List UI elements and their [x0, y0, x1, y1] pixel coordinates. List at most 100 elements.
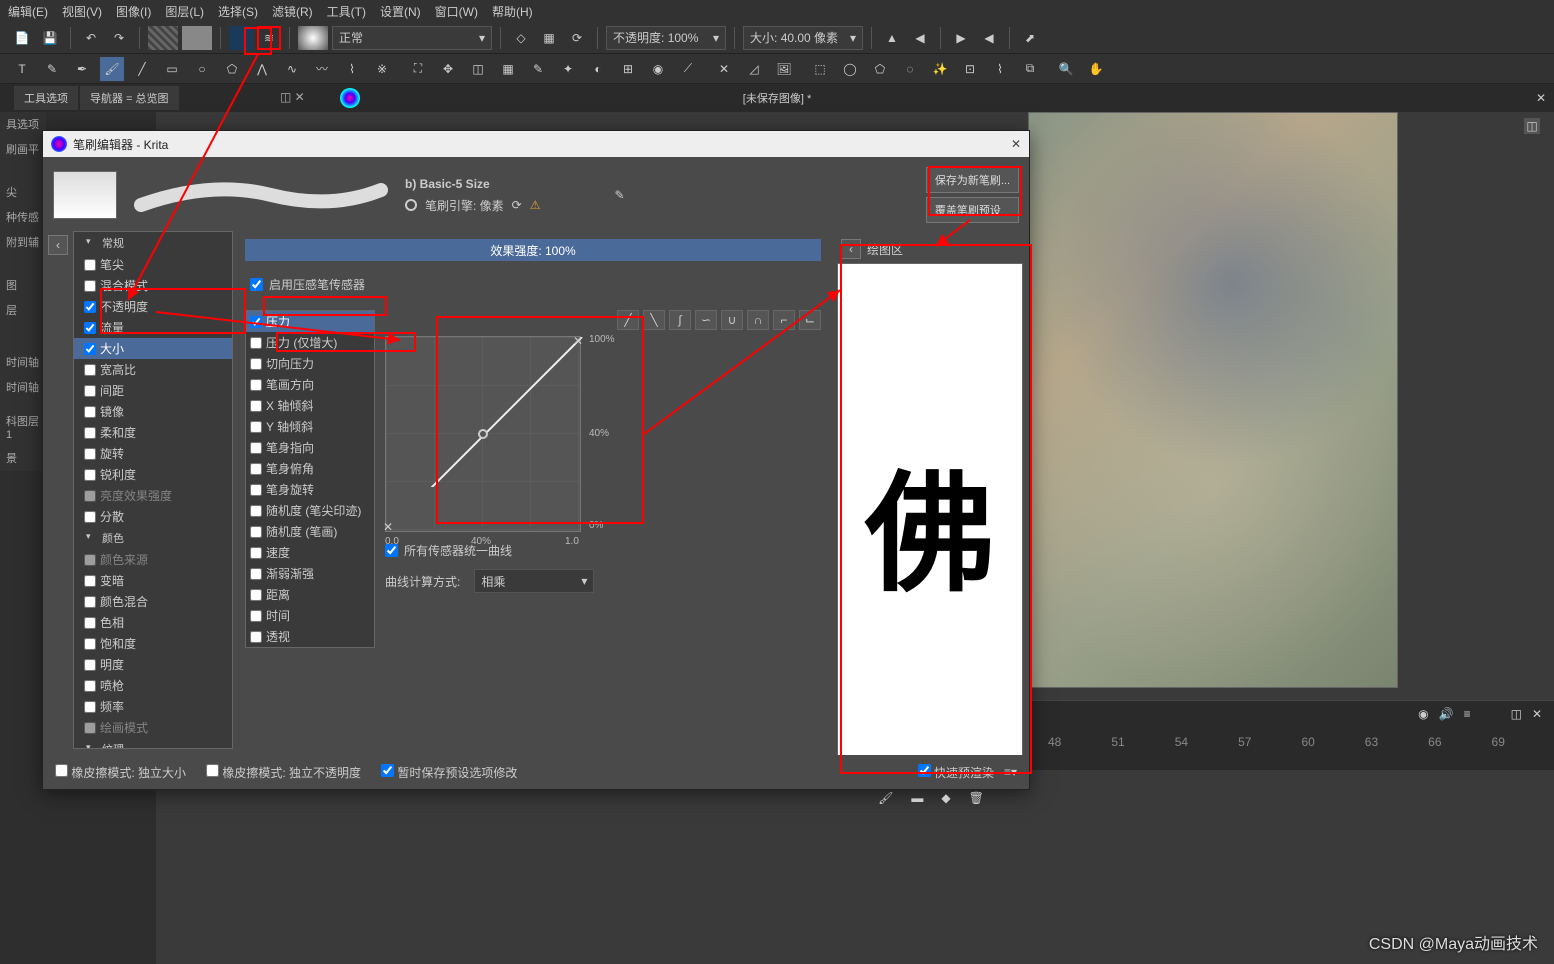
curve-preset-arch-icon[interactable]: ∩ — [747, 310, 769, 330]
preview-brush-icon[interactable]: 🖌 — [878, 791, 893, 805]
sensor-item[interactable]: 切向压力 — [246, 353, 374, 374]
left-docker-label[interactable]: 科图层 1 — [0, 409, 46, 446]
param-category[interactable]: ▾常规 — [74, 232, 232, 254]
edit-shape-icon[interactable]: ✎ — [40, 57, 64, 81]
dialog-titlebar[interactable]: 笔刷编辑器 - Krita ✕ — [43, 131, 1029, 157]
left-docker-label[interactable] — [0, 162, 46, 171]
parameter-list[interactable]: ▾常规 笔尖 混合模式 不透明度 流量 大小 宽高比 间距 镜像 柔和度 旋转 … — [73, 231, 233, 749]
brush-preview-canvas[interactable]: 佛 — [837, 263, 1023, 783]
left-docker-label[interactable] — [0, 255, 46, 264]
left-docker-label[interactable]: 尖 — [0, 180, 46, 205]
float-docker-icon[interactable]: ◫ — [1524, 118, 1540, 134]
param-item[interactable]: 明度 — [74, 654, 232, 675]
left-docker-label[interactable] — [0, 341, 46, 350]
fast-preview-checkbox[interactable]: 快速预渲染 — [918, 764, 994, 781]
size-spinner[interactable]: 大小: 40.00 像素▾ — [743, 26, 863, 50]
sensor-item[interactable]: 笔身指向 — [246, 437, 374, 458]
mirror-v-icon[interactable]: ▶ — [949, 26, 973, 50]
save-icon[interactable]: 💾 — [38, 26, 62, 50]
menu-window[interactable]: 窗口(W) — [435, 3, 478, 20]
sensor-item[interactable]: Y 轴倾斜 — [246, 416, 374, 437]
left-docker-label[interactable]: 层 — [0, 298, 46, 323]
brush-thumbnail[interactable] — [53, 171, 117, 219]
mirror-h2-icon[interactable]: ◀ — [908, 26, 932, 50]
pattern-edit-icon[interactable]: ⊞ — [616, 57, 640, 81]
sensor-item[interactable]: 压力 (仅增大) — [246, 332, 374, 353]
brush-preset-icon[interactable] — [298, 26, 328, 50]
rename-icon[interactable]: ✎ — [615, 188, 625, 202]
zoom-icon[interactable]: 🔍 — [1054, 57, 1078, 81]
menu-select[interactable]: 选择(S) — [218, 3, 258, 20]
deform-icon[interactable]: ◉ — [646, 57, 670, 81]
sensor-item[interactable]: 随机度 (笔画) — [246, 521, 374, 542]
menu-layer[interactable]: 图层(L) — [165, 3, 204, 20]
audio-icon[interactable]: 🔊 — [1439, 707, 1454, 721]
left-docker-label[interactable]: 具选项 — [0, 112, 46, 137]
param-item[interactable]: 变暗 — [74, 570, 232, 591]
onion-skin-icon[interactable]: ◉ — [1418, 707, 1428, 721]
sensor-item[interactable]: X 轴倾斜 — [246, 395, 374, 416]
opacity-spinner[interactable]: 不透明度: 100%▾ — [606, 26, 726, 50]
param-item[interactable]: 笔尖 — [74, 254, 232, 275]
color-picker-icon[interactable]: ✎ — [526, 57, 550, 81]
param-item[interactable]: 流量 — [74, 317, 232, 338]
param-item[interactable]: 镜像 — [74, 401, 232, 422]
param-item[interactable]: 绘画模式 — [74, 717, 232, 738]
preview-clear-icon[interactable]: 🗑 — [969, 791, 984, 805]
left-docker-label[interactable]: 时间轴 — [0, 375, 46, 400]
curve-preset-u-icon[interactable]: ∪ — [721, 310, 743, 330]
param-item[interactable]: 锐利度 — [74, 464, 232, 485]
canvas-image[interactable] — [1028, 112, 1398, 688]
sensor-item[interactable]: 笔身俯角 — [246, 458, 374, 479]
new-doc-icon[interactable]: 📄 — [10, 26, 34, 50]
left-docker-label[interactable] — [0, 332, 46, 341]
left-docker-label[interactable]: 时间轴 — [0, 350, 46, 375]
left-docker-label[interactable]: 刷画平 — [0, 137, 46, 162]
preview-fill-icon[interactable]: ◆ — [941, 791, 950, 805]
text-tool-icon[interactable]: T — [10, 57, 34, 81]
menu-tool[interactable]: 工具(T) — [327, 3, 366, 20]
save-new-brush-button[interactable]: 保存为新笔刷... — [926, 167, 1019, 193]
param-item[interactable]: 混合模式 — [74, 275, 232, 296]
strength-slider[interactable]: 效果强度: 100% — [245, 239, 821, 261]
pan-icon[interactable]: ✋ — [1084, 57, 1108, 81]
crop-icon[interactable]: ◫ — [466, 57, 490, 81]
menu-bars-icon[interactable]: ≡ — [1464, 707, 1471, 721]
menu-image[interactable]: 图像(I) — [116, 3, 151, 20]
curve-preset-rs-icon[interactable]: ∽ — [695, 310, 717, 330]
param-item[interactable]: 分散 — [74, 506, 232, 527]
curve-preset-linear-icon[interactable]: ╱ — [617, 310, 639, 330]
param-item[interactable]: 颜色来源 — [74, 549, 232, 570]
menu-filter[interactable]: 滤镜(R) — [272, 3, 313, 20]
sensor-item[interactable]: 笔身旋转 — [246, 479, 374, 500]
left-docker-label[interactable] — [0, 264, 46, 273]
param-item[interactable]: 柔和度 — [74, 422, 232, 443]
sensor-item[interactable]: 速度 — [246, 542, 374, 563]
similar-select-icon[interactable]: ⊡ — [958, 57, 982, 81]
ellipse-select-icon[interactable]: ◯ — [838, 57, 862, 81]
polyline-tool-icon[interactable]: ⋀ — [250, 57, 274, 81]
wrap-icon[interactable]: ⬈ — [1018, 26, 1042, 50]
menu-edit[interactable]: 编辑(E) — [8, 3, 48, 20]
calc-mode-combo[interactable]: 相乘▾ — [474, 569, 594, 593]
curve-preset-j-icon[interactable]: ⌐ — [773, 310, 795, 330]
sensor-item[interactable]: 渐弱渐强 — [246, 563, 374, 584]
curve-preset-reverse-icon[interactable]: ╲ — [643, 310, 665, 330]
param-item[interactable]: 亮度效果强度 — [74, 485, 232, 506]
sensor-item[interactable]: 时间 — [246, 605, 374, 626]
preview-line-icon[interactable]: ▬ — [911, 791, 923, 805]
param-item[interactable]: 旋转 — [74, 443, 232, 464]
menu-help[interactable]: 帮助(H) — [492, 3, 533, 20]
preview-collapse-icon[interactable]: ‹ — [841, 239, 861, 259]
line-tool-icon[interactable]: ╱ — [130, 57, 154, 81]
dock-float-icon[interactable]: ◫ — [1511, 707, 1522, 721]
tab-navigator[interactable]: 导航器 = 总览图 — [80, 86, 179, 110]
dock-close-icon[interactable]: ✕ — [1532, 707, 1542, 721]
curve-preset-l-icon[interactable]: ⌙ — [799, 310, 821, 330]
magnetic-select-icon[interactable]: ⧉ — [1018, 57, 1042, 81]
bezier-tool-icon[interactable]: ∿ — [280, 57, 304, 81]
left-docker-label[interactable] — [0, 400, 46, 409]
param-item[interactable]: 宽高比 — [74, 359, 232, 380]
reference-icon[interactable]: ◿ — [742, 57, 766, 81]
bezier-select-icon[interactable]: ⌇ — [988, 57, 1012, 81]
